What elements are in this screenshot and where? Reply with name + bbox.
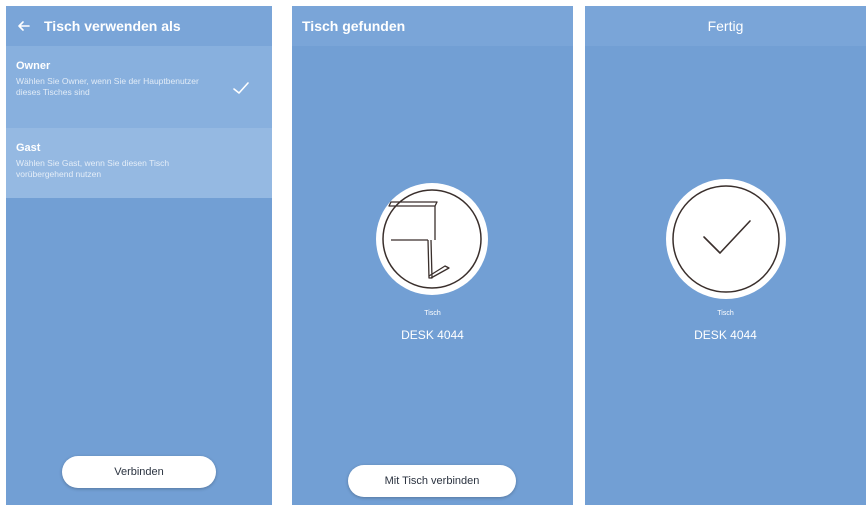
device-name: DESK 4044 — [694, 328, 757, 342]
page-title: Fertig — [707, 18, 744, 34]
connect-desk-button[interactable]: Mit Tisch verbinden — [348, 465, 516, 497]
checkmark-icon — [666, 179, 786, 299]
option-title: Gast — [16, 142, 41, 154]
done-screen: Fertig Tisch DESK 4044 — [585, 6, 866, 505]
option-title: Owner — [16, 60, 51, 72]
desk-icon — [376, 183, 488, 295]
desk-found-screen: Tisch gefunden Tisch DESK 4044 Mit Tisch… — [292, 6, 573, 505]
header-bar: Fertig — [585, 6, 866, 46]
option-description: Wählen Sie Gast, wenn Sie diesen Tisch v… — [16, 158, 170, 179]
device-name: DESK 4044 — [401, 328, 464, 342]
option-guest[interactable]: Gast Wählen Sie Gast, wenn Sie diesen Ti… — [6, 128, 272, 198]
connect-button[interactable]: Verbinden — [62, 456, 216, 488]
device-caption: Tisch — [424, 310, 441, 317]
header-bar: Tisch gefunden — [292, 6, 573, 46]
page-title: Tisch verwenden als — [44, 18, 181, 34]
header-bar: Tisch verwenden als — [6, 6, 272, 46]
device-caption: Tisch — [717, 310, 734, 317]
back-arrow-icon[interactable] — [14, 16, 34, 36]
use-desk-as-screen: Tisch verwenden als Owner Wählen Sie Own… — [6, 6, 272, 505]
page-title: Tisch gefunden — [302, 18, 406, 34]
option-owner[interactable]: Owner Wählen Sie Owner, wenn Sie der Hau… — [6, 46, 272, 128]
checkmark-icon — [233, 82, 249, 94]
option-description: Wählen Sie Owner, wenn Sie der Hauptbenu… — [16, 76, 199, 97]
